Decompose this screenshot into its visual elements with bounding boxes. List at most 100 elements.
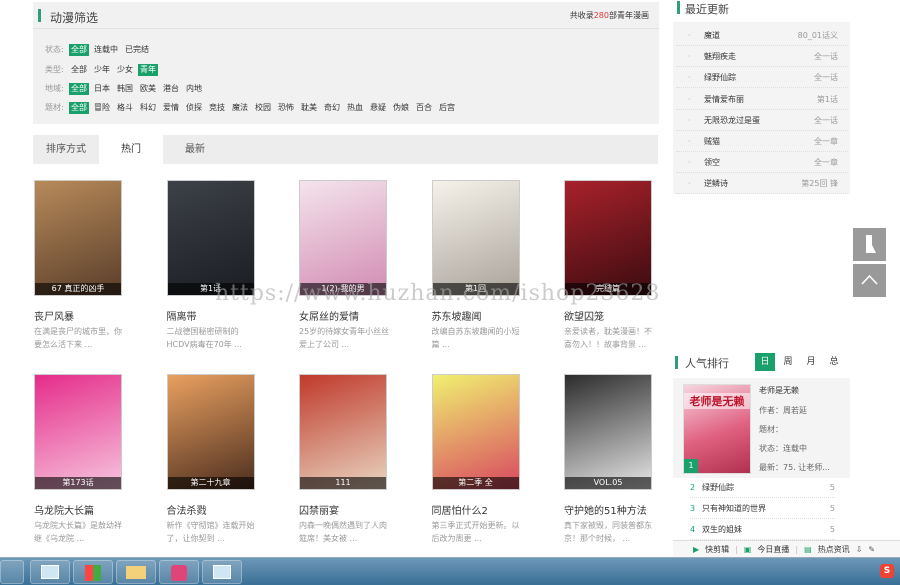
filter-option[interactable]: 竞技 [207,102,227,114]
recent-item-name[interactable]: 魔道 [704,26,720,46]
comic-title[interactable]: 合法杀戮 [167,502,207,517]
recent-item-name[interactable]: 绿野仙踪 [704,68,736,88]
rank-row[interactable]: 3 只有神知道的世界 5 [690,499,835,519]
filter-option[interactable]: 校园 [253,102,273,114]
comic-title[interactable]: 守护她的51种方法 [564,502,647,517]
bullet-icon: · [688,137,691,146]
comic-cover[interactable]: 1(2)-我的男 [299,180,387,296]
filter-option[interactable]: 日本 [92,83,112,95]
filter-option[interactable]: 悬疑 [368,102,388,114]
recent-item[interactable]: · 绿野仙踪 全一话 [676,68,848,89]
recent-item[interactable]: · 魅翔疾走 全一话 [676,47,848,68]
taskbar-app-folder[interactable] [116,560,156,584]
recent-item-name[interactable]: 爱情爱布丽 [704,90,744,110]
filter-option[interactable]: 魔法 [230,102,250,114]
recent-item-name[interactable]: 无限恐龙过是蛋 [704,111,760,131]
bottom-item-news[interactable]: 热点资讯 [818,544,850,555]
side-feedback-button[interactable] [853,228,886,261]
rank-row[interactable]: 2 绿野仙踪 5 [690,478,835,498]
filter-option[interactable]: 欧美 [138,83,158,95]
recent-item[interactable]: · 魔道 80_01话义 [676,26,848,46]
filter-option[interactable]: 后宫 [437,102,457,114]
filter-option[interactable]: 伪娘 [391,102,411,114]
recent-item-name[interactable]: 魅翔疾走 [704,47,736,67]
comic-title[interactable]: 同居怕什么2 [432,502,488,517]
download-icon[interactable]: ⇩ [856,545,863,554]
filter-option[interactable]: 热血 [345,102,365,114]
comic-title[interactable]: 苏东坡趣闻 [432,308,482,323]
filter-option[interactable]: 格斗 [115,102,135,114]
rank-top-name[interactable]: 老师是无赖 [759,385,799,396]
tab-hot[interactable]: 热门 [99,135,163,164]
back-to-top-button[interactable] [853,264,886,297]
filter-option[interactable]: 奇幻 [322,102,342,114]
taskbar-app-explorer[interactable] [30,560,70,584]
rank-tab-day[interactable]: 日 [755,353,775,371]
rank-name[interactable]: 绿野仙踪 [702,478,734,498]
comic-title[interactable]: 丧尸风暴 [34,308,74,323]
filter-option[interactable]: 青年 [138,63,158,76]
filter-option[interactable]: 少年 [92,64,112,76]
filter-option[interactable]: 恐怖 [276,102,296,114]
comic-cover[interactable]: 第二十九章 [166,374,255,490]
recent-item[interactable]: · 无限恐龙过是蛋 全一话 [676,111,848,131]
comic-cover[interactable]: 完结篇 [564,180,652,296]
filter-option[interactable]: 内地 [184,83,204,95]
rank-tab-month[interactable]: 月 [801,353,821,371]
filter-option[interactable]: 科幻 [138,102,158,114]
comic-cover[interactable]: VOL.05 [564,374,652,490]
filter-option[interactable]: 少女 [115,64,135,76]
filter-option[interactable]: 全部 [69,64,89,76]
comic-cover[interactable]: 111 [299,374,387,490]
filter-option[interactable]: 爱情 [161,102,181,114]
filter-option[interactable]: 全部 [69,82,89,95]
start-button[interactable] [0,560,24,584]
comic-title[interactable]: 隔离带 [167,308,197,323]
taskbar-app-store[interactable] [73,560,113,584]
bottom-item-live[interactable]: 今日直播 [757,544,789,555]
filter-option[interactable]: 侦探 [184,102,204,114]
recent-item[interactable]: · 爱情爱布丽 第1话 [676,90,848,110]
recent-item-name[interactable]: 逆鳞诗 [704,174,728,194]
rank-top-cover[interactable]: 老师是无赖 1 [683,384,751,474]
rank-row[interactable]: 4 双生的姐妹 5 [690,520,835,540]
filter-option[interactable]: 冒险 [92,102,112,114]
filter-option[interactable]: 连载中 [92,44,120,56]
recent-item[interactable]: · 领空 全一章 [676,153,848,174]
rank-name[interactable]: 双生的姐妹 [702,520,742,540]
recent-item[interactable]: · 贼猫 全一章 [676,132,848,152]
comic-cover[interactable]: 第1回 [431,180,520,296]
tray-sogou-icon[interactable]: S [880,564,894,578]
comic-cover[interactable]: 第1话 [166,180,255,296]
recent-item-name[interactable]: 贼猫 [704,132,720,152]
comic-cover[interactable]: 第二季 全 [431,374,520,490]
rank-top-latest[interactable]: 最新：75. 让老师... [759,462,830,473]
pin-icon[interactable]: ✎ [868,545,875,554]
recent-item-name[interactable]: 领空 [704,153,720,173]
comic-title[interactable]: 乌龙院大长篇 [34,502,94,517]
comic-title[interactable]: 女屌丝的爱情 [299,308,359,323]
comic-title[interactable]: 欲望囚笼 [564,308,604,323]
comic-desc: 改编自苏东坡趣闻的小短篇 ... [431,327,520,349]
filter-option[interactable]: 全部 [69,101,89,114]
taskbar-app-media[interactable] [159,560,199,584]
tab-latest[interactable]: 最新 [163,135,227,164]
rank-tab-total[interactable]: 总 [824,353,844,371]
taskbar-app-window[interactable] [202,560,242,584]
comic-cover[interactable]: 第173话 [34,374,122,490]
filter-option[interactable]: 全部 [69,43,89,56]
filter-option[interactable]: 已完结 [123,44,151,56]
filter-option[interactable]: 百合 [414,102,434,114]
filter-option[interactable]: 港台 [161,83,181,95]
rank-top-item[interactable]: 老师是无赖 1 老师是无赖 作者：周若延 题材： 状态：连载中 最新：75. 让… [673,378,850,478]
rank-tab-week[interactable]: 周 [778,353,798,371]
watermark: https://www.huzhan.com/ishop23628 [215,281,661,306]
recent-item[interactable]: · 逆鳞诗 第25回 锋 [676,174,848,195]
bottom-item-clip[interactable]: 快剪辑 [705,544,729,555]
comic-cover[interactable]: 67 真正的凶手 [34,180,122,296]
recent-item-episode: 80_01话义 [797,31,838,40]
rank-name[interactable]: 只有神知道的世界 [702,499,766,519]
filter-option[interactable]: 耽美 [299,102,319,114]
filter-option[interactable]: 韩国 [115,83,135,95]
comic-title[interactable]: 囚禁丽宴 [299,502,339,517]
